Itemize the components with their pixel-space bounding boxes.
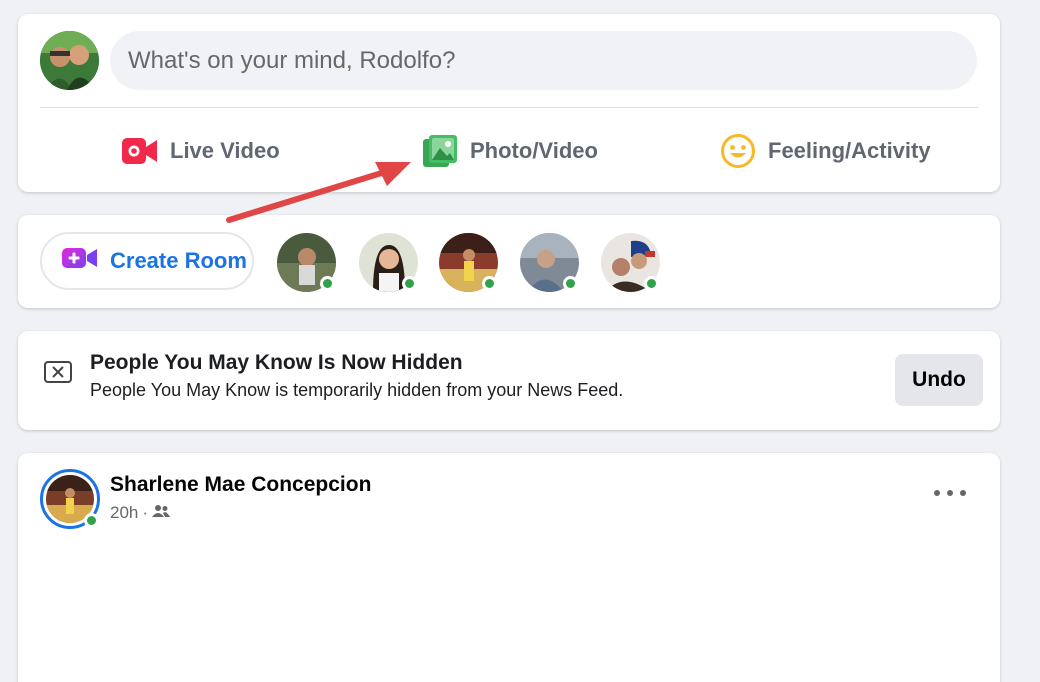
status-input[interactable]: What's on your mind, Rodolfo? bbox=[110, 31, 977, 90]
notice-title: People You May Know Is Now Hidden bbox=[90, 351, 463, 374]
undo-button[interactable]: Undo bbox=[895, 354, 983, 406]
feeling-activity-button[interactable]: Feeling/Activity bbox=[720, 126, 931, 176]
live-video-label: Live Video bbox=[170, 138, 280, 163]
online-status-dot bbox=[320, 276, 335, 291]
post-meta: 20h · bbox=[110, 503, 171, 523]
post-author-avatar[interactable] bbox=[40, 469, 100, 529]
more-options-icon[interactable] bbox=[934, 483, 966, 503]
rooms-bar: Create Room bbox=[18, 215, 1000, 308]
pymk-hidden-notice: People You May Know Is Now Hidden People… bbox=[18, 331, 1000, 430]
online-status-dot bbox=[563, 276, 578, 291]
online-status-dot bbox=[402, 276, 417, 291]
meta-separator: · bbox=[142, 503, 149, 522]
online-friend-avatar[interactable] bbox=[520, 233, 579, 292]
post-author-name[interactable]: Sharlene Mae Concepcion bbox=[110, 473, 371, 497]
user-avatar[interactable] bbox=[40, 31, 99, 90]
online-friend-avatar[interactable] bbox=[277, 233, 336, 292]
online-friend-avatar[interactable] bbox=[439, 233, 498, 292]
online-friend-avatar[interactable] bbox=[359, 233, 418, 292]
post-timestamp[interactable]: 20h bbox=[110, 503, 138, 523]
feeling-icon bbox=[720, 134, 756, 168]
create-room-button[interactable]: Create Room bbox=[40, 232, 254, 290]
online-friend-avatar[interactable] bbox=[601, 233, 660, 292]
live-video-icon bbox=[122, 135, 158, 167]
create-room-label: Create Room bbox=[110, 248, 247, 273]
feeling-activity-label: Feeling/Activity bbox=[768, 138, 931, 163]
online-status-dot bbox=[482, 276, 497, 291]
feed-post: Sharlene Mae Concepcion 20h · bbox=[18, 453, 1000, 682]
live-video-button[interactable]: Live Video bbox=[122, 126, 280, 176]
online-status-dot bbox=[84, 513, 99, 528]
friends-icon[interactable] bbox=[152, 503, 171, 523]
composer-divider bbox=[40, 107, 978, 108]
photo-video-button[interactable]: Photo/Video bbox=[422, 126, 598, 176]
post-composer: What's on your mind, Rodolfo? Live Video… bbox=[18, 14, 1000, 192]
video-plus-icon bbox=[62, 246, 98, 276]
online-status-dot bbox=[644, 276, 659, 291]
notice-subtitle: People You May Know is temporarily hidde… bbox=[90, 380, 624, 400]
hidden-x-icon bbox=[44, 361, 72, 383]
photo-video-label: Photo/Video bbox=[470, 138, 598, 163]
photo-video-icon bbox=[422, 135, 458, 167]
